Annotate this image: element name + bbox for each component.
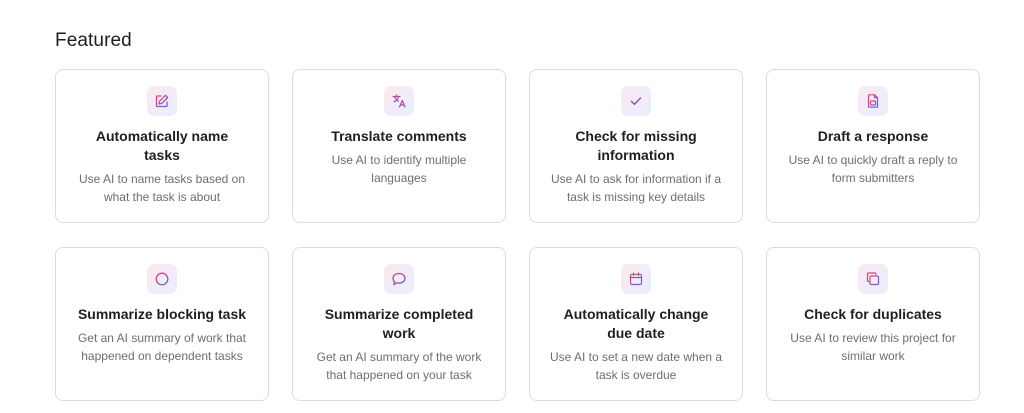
card-check-for-missing-information[interactable]: Check for missing information Use AI to … bbox=[529, 69, 743, 223]
card-title: Check for duplicates bbox=[804, 306, 942, 322]
translate-icon bbox=[384, 86, 414, 116]
card-description: Use AI to review this project for simila… bbox=[790, 331, 956, 363]
check-icon bbox=[621, 86, 651, 116]
card-summarize-completed-work[interactable]: Summarize completed work Get an AI summa… bbox=[292, 247, 506, 401]
card-description: Get an AI summary of the work that happe… bbox=[316, 350, 482, 382]
card-title: Automatically change due date bbox=[563, 306, 709, 341]
card-title: Summarize blocking task bbox=[77, 306, 247, 322]
card-draft-a-response[interactable]: Draft a response Use AI to quickly draft… bbox=[766, 69, 980, 223]
card-description: Use AI to quickly draft a reply to form … bbox=[788, 153, 958, 185]
edit-icon bbox=[147, 86, 177, 116]
card-title: Draft a response bbox=[817, 128, 929, 144]
comment-icon bbox=[384, 264, 414, 294]
card-description: Use AI to ask for information if a task … bbox=[550, 172, 722, 204]
blocked-icon bbox=[147, 264, 177, 294]
card-title: Translate comments bbox=[331, 128, 467, 144]
card-summarize-blocking-task[interactable]: Summarize blocking task Get an AI summar… bbox=[55, 247, 269, 401]
card-description: Use AI to identify multiple languages bbox=[331, 153, 467, 185]
card-check-for-duplicates[interactable]: Check for duplicates Use AI to review th… bbox=[766, 247, 980, 401]
card-title: Check for missing information bbox=[575, 128, 697, 163]
card-description: Use AI to set a new date when a task is … bbox=[549, 350, 723, 382]
duplicate-icon bbox=[858, 264, 888, 294]
card-description: Use AI to name tasks based on what the t… bbox=[78, 172, 246, 204]
card-title: Summarize completed work bbox=[324, 306, 474, 341]
featured-grid: Automatically name tasks Use AI to name … bbox=[55, 69, 980, 401]
card-automatically-change-due-date[interactable]: Automatically change due date Use AI to … bbox=[529, 247, 743, 401]
card-title: Automatically name tasks bbox=[95, 128, 229, 163]
calendar-icon bbox=[621, 264, 651, 294]
section-title: Featured bbox=[55, 30, 132, 51]
form-icon bbox=[858, 86, 888, 116]
card-description: Get an AI summary of work that happened … bbox=[77, 331, 247, 363]
card-translate-comments[interactable]: Translate comments Use AI to identify mu… bbox=[292, 69, 506, 223]
card-automatically-name-tasks[interactable]: Automatically name tasks Use AI to name … bbox=[55, 69, 269, 223]
